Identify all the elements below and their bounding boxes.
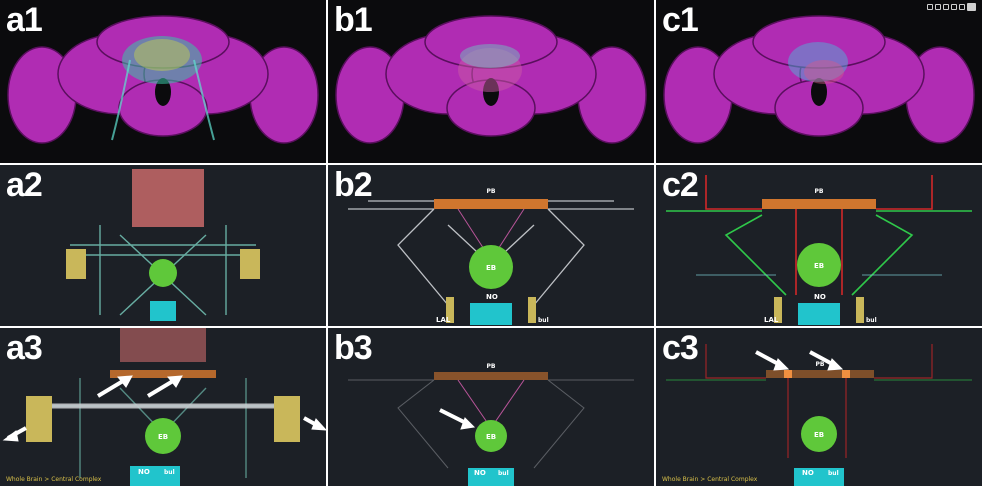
brain-render [7,15,319,144]
breadcrumb[interactable]: Whole Brain > Central Complex [6,476,101,483]
bul-label: bul [498,470,509,477]
pb-bar [762,199,876,209]
lal-left [66,249,86,279]
panel-b2: b2 PB EB LAL NO bul [328,165,654,326]
pb-label: PB [487,363,496,370]
eb-label: EB [814,431,824,439]
eb-label: EB [158,433,168,441]
eb-ring [149,259,177,287]
fb-block [132,169,204,227]
lal-right [240,249,260,279]
nod-label: NO [802,469,814,477]
panel-label: b2 [334,166,373,204]
eb-label: EB [486,433,496,441]
brain-render [335,15,647,144]
info-icon[interactable] [959,4,965,10]
bul-label: bul [164,469,175,476]
pb-label: PB [816,361,825,368]
view-icon[interactable] [927,4,933,10]
circuit-diagram: EB NO bul [2,328,326,486]
pb-glomerulus [784,370,792,378]
lal-label: LAL [436,316,451,324]
panel-label: a3 [6,329,43,367]
pb-bar [766,370,874,378]
arrow-icon [439,408,476,430]
pb-label: PB [815,188,824,195]
lal-left [26,396,52,442]
panel-label: a2 [6,166,43,204]
bul-label: bul [538,317,549,324]
bulb-block [798,303,840,325]
panel-c1: c1 [656,0,982,163]
fb-block [120,328,206,362]
panel-a3: a3 EB NO bul Whole Brain > Central Compl… [0,328,326,486]
panel-label: c3 [662,329,699,367]
close-icon[interactable] [967,3,976,11]
camera-icon[interactable] [935,4,941,10]
lal-right [274,396,300,442]
panel-label: a1 [6,1,43,39]
breadcrumb[interactable]: Whole Brain > Central Complex [662,476,757,483]
panel-b1: b1 [328,0,654,163]
panel-label: b3 [334,329,373,367]
pb-bar [434,199,548,209]
nod-label: NO [138,468,150,476]
bul-label: bul [866,317,877,324]
circuit-diagram: PB EB NO bul [348,363,634,486]
pb-glomerulus [842,370,850,378]
pb-bar [434,372,548,380]
nod-label: NO [474,469,486,477]
viewer-toolbar [927,3,976,11]
lal-right [856,297,864,323]
eb-label: EB [486,264,496,272]
settings-icon[interactable] [951,4,957,10]
pb-label: PB [487,188,496,195]
brain-render [663,15,975,144]
panel-c2: c2 PB EB LAL NO bul [656,165,982,326]
panel-label: c2 [662,166,699,204]
lal-label: LAL [764,316,779,324]
circuit-diagram: PB EB LAL NO bul [666,175,972,325]
nod-label: NO [814,293,826,301]
eb-label: EB [814,262,824,270]
panel-label: b1 [334,1,373,39]
circuit-diagram [66,169,260,321]
panel-c3: c3 PB EB NO bul Whole Brain > Central Co… [656,328,982,486]
panel-a2: a2 [0,165,326,326]
circuit-diagram: PB EB LAL NO bul [348,188,634,325]
panel-label: c1 [662,1,699,39]
lal-right [528,297,536,323]
panel-b3: b3 PB EB NO bul [328,328,654,486]
circuit-diagram: PB EB NO bul [666,344,972,486]
neuron-highlight [458,44,522,92]
arrow-icon [755,350,844,371]
bulb-block [470,303,512,325]
bul-label: bul [828,470,839,477]
panel-a1: a1 [0,0,326,163]
nod-label: NO [486,293,498,301]
bulb-block [150,301,176,321]
layers-icon[interactable] [943,4,949,10]
